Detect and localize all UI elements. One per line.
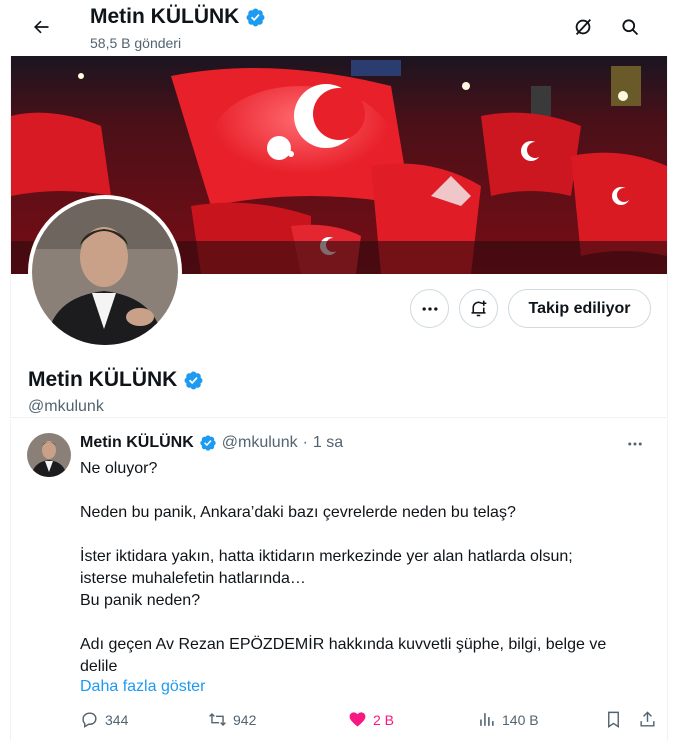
- retweet-count: 942: [233, 711, 257, 728]
- grok-button[interactable]: [566, 10, 600, 44]
- header-title: Metin KÜLÜNK: [90, 5, 266, 29]
- like-count: 2 B: [373, 711, 395, 728]
- search-icon: [622, 19, 639, 36]
- tweet[interactable]: Metin KÜLÜNK @mkulunk · 1 sa Ne oluyor? …: [10, 420, 668, 741]
- bookmark-button[interactable]: [604, 710, 623, 729]
- share-icon: [640, 711, 655, 727]
- verified-badge-icon: [200, 435, 216, 451]
- tweet-avatar[interactable]: [27, 433, 71, 477]
- tweet-paragraph: Adı geçen Av Rezan EPÖZDEMİR hakkında ku…: [80, 636, 607, 675]
- back-arrow-icon: [34, 20, 49, 34]
- more-icon: [422, 306, 437, 311]
- tweet-paragraph: Neden bu panik, Ankara’daki bazı çevrele…: [80, 504, 516, 521]
- tweet-avatar-image: [27, 433, 71, 477]
- profile-handle: @mkulunk: [28, 398, 104, 415]
- heart-icon: [349, 712, 366, 727]
- notify-button[interactable]: [459, 289, 498, 328]
- tweet-header: Metin KÜLÜNK @mkulunk · 1 sa: [80, 434, 343, 452]
- like-button[interactable]: 2 B: [348, 710, 394, 729]
- profile-avatar[interactable]: [28, 195, 182, 349]
- more-options-button[interactable]: [410, 289, 449, 328]
- bookmark-icon: [608, 711, 619, 728]
- grok-icon: [575, 19, 592, 35]
- reply-button[interactable]: 344: [80, 710, 128, 729]
- share-button[interactable]: [638, 710, 657, 729]
- views-button[interactable]: 140 B: [477, 710, 539, 729]
- post-count: 58,5 B gönderi: [90, 35, 182, 51]
- reply-icon: [82, 712, 97, 728]
- tweet-paragraph: İster iktidara yakın, hatta iktidarın me…: [80, 548, 573, 609]
- more-icon: [628, 442, 642, 446]
- tweet-time[interactable]: 1 sa: [313, 434, 343, 452]
- avatar-image: [32, 199, 178, 345]
- tweet-author-name[interactable]: Metin KÜLÜNK: [80, 434, 194, 452]
- views-count: 140 B: [502, 711, 539, 728]
- tweet-more-button[interactable]: [623, 432, 647, 456]
- verified-badge-icon: [246, 8, 265, 26]
- tweet-paragraph: Ne oluyor?: [80, 460, 158, 477]
- retweet-icon: [209, 712, 226, 727]
- header-name: Metin KÜLÜNK: [90, 5, 240, 28]
- show-more-link[interactable]: Daha fazla göster: [80, 678, 205, 696]
- search-button[interactable]: [613, 10, 647, 44]
- views-icon: [480, 713, 494, 726]
- tweet-author-handle[interactable]: @mkulunk: [222, 434, 298, 452]
- tweet-text: Ne oluyor? Neden bu panik, Ankara’daki b…: [80, 458, 655, 678]
- verified-badge-icon: [184, 371, 203, 389]
- tweet-separator: ·: [302, 434, 308, 451]
- following-button[interactable]: Takip ediliyor: [508, 289, 651, 328]
- back-button[interactable]: [24, 10, 58, 44]
- top-bar: Metin KÜLÜNK 58,5 B gönderi: [10, 0, 668, 56]
- profile-name-text: Metin KÜLÜNK: [28, 368, 178, 391]
- tweet-actions: 344 942 2 B 140 B: [80, 710, 660, 734]
- profile-name: Metin KÜLÜNK: [28, 368, 204, 392]
- notification-add-icon: [471, 300, 487, 317]
- retweet-button[interactable]: 942: [208, 710, 256, 729]
- reply-count: 344: [105, 711, 129, 728]
